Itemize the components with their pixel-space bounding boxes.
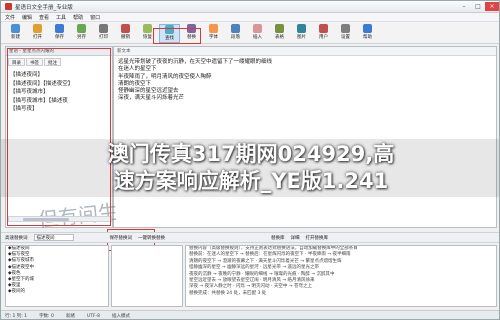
toolbar-label-14: 用户: [319, 35, 328, 40]
replace-word-list: ◆描述夜间 ◆描写夜空 ◆描写夜城市 ◆描述夜空中 ◆夜色 ◆星空下的城 ◆夜里 ◆夜间的: [5, 245, 109, 307]
caption-line-2: 速方案响应解析_YE版1.241: [113, 169, 389, 193]
replace-library-button[interactable]: 替换库: [271, 235, 285, 241]
annotation-box-toolbar: [153, 28, 201, 44]
status-field-2: 就绪: [65, 314, 75, 319]
open-library-button[interactable]: 打开替换库: [306, 235, 329, 241]
toolbar-button-12[interactable]: 表格: [269, 24, 290, 43]
replace-preview[interactable]: [111, 245, 183, 307]
menu-file[interactable]: 文件: [5, 14, 15, 21]
toolbar-label-9: 字体: [209, 35, 218, 40]
toolbar-label-6: 恢复: [143, 35, 152, 40]
toolbar-button-13[interactable]: 图片: [291, 24, 312, 43]
toolbar-button-4[interactable]: 打印: [93, 24, 114, 43]
toolbar-button-0[interactable]: 新建: [5, 24, 26, 43]
editor-content[interactable]: 远星光带划破了夜夜的沉静，在天空中遗留下了一缕耀眼的细线 在迷人的星空下 半夜降雨了…: [114, 56, 496, 135]
detail-button[interactable]: 详细: [291, 235, 300, 241]
replace-label: 高速替换词: [5, 235, 28, 241]
caption-overlay: 澳门传真317期网024929,高 速方案响应解析_YE版1.241: [1, 141, 499, 195]
toolbar-icon-4: [99, 24, 108, 33]
status-bar: 行: 1 列: 1 字数: 0 就绪 UTF-8 插入模式: [1, 310, 499, 319]
app-logo-icon: [5, 3, 12, 10]
caption-line-1: 澳门传真317期网024929,高: [107, 142, 395, 166]
toolbar-label-16: 帮助: [363, 35, 372, 40]
maximize-button[interactable]: □: [471, 2, 485, 11]
menu-tools[interactable]: 工具: [56, 14, 66, 21]
toolbar-label-10: 段落: [231, 35, 240, 40]
toolbar-icon-6: [143, 24, 152, 33]
toolbar-icon-14: [319, 24, 328, 33]
replace-input-value: 描述夜间: [36, 236, 55, 241]
toolbar-icon-13: [297, 24, 306, 33]
toolbar-icon-15: [341, 24, 350, 33]
toolbar-label-1: 打开: [33, 35, 42, 40]
text-editor[interactable]: 新文本 远星光带划破了夜夜的沉静，在天空中遗留下了一缕耀眼的细线 在迷人的星空下半…: [113, 46, 497, 228]
menu-view[interactable]: 查看: [39, 14, 49, 21]
toolbar-button-5[interactable]: 撤销: [115, 24, 136, 43]
title-bar: 星语日文全手册_专业版 – □ ×: [1, 1, 499, 13]
replace-word-item[interactable]: ◆夜间的: [6, 289, 108, 295]
toolbar-icon-10: [231, 24, 240, 33]
annotation-box-outline: [7, 48, 111, 226]
minimize-button[interactable]: –: [457, 2, 471, 11]
toolbar-icon-3: [77, 24, 86, 33]
toolbar-button-11[interactable]: 插入: [247, 24, 268, 43]
toolbar-label-0: 新建: [11, 35, 20, 40]
toolbar-icon-11: [253, 24, 262, 33]
toolbar-icon-2: [55, 24, 64, 33]
toolbar-button-15[interactable]: 设置: [335, 24, 356, 43]
toolbar-icon-16: [363, 24, 372, 33]
editor-header: 新文本: [114, 47, 496, 56]
toolbar-label-3: 另存: [77, 35, 86, 40]
toolbar-button-2[interactable]: 保存: [49, 24, 70, 43]
toolbar-label-4: 打印: [99, 35, 108, 40]
toolbar-label-2: 保存: [55, 35, 64, 40]
menu-help[interactable]: 帮助: [73, 14, 83, 21]
toolbar-icon-1: [33, 24, 42, 33]
toolbar-label-5: 撤销: [121, 35, 130, 40]
toolbar-icon-0: [11, 24, 20, 33]
toolbar-button-1[interactable]: 打开: [27, 24, 48, 43]
editor-line: 远星光带划破了夜夜的沉静，在天空中遗留下了一缕耀眼的细线: [118, 59, 273, 65]
status-field-3: UTF-8: [86, 313, 100, 319]
editor-line: 在迷人的星空下: [118, 66, 157, 73]
toolbar-button-14[interactable]: 用户: [313, 24, 334, 43]
status-field-4: 插入模式: [112, 314, 130, 319]
replace-output-line: 替换完成：共替换 24 处，未匹配 3 处: [189, 290, 267, 296]
toolbar-label-13: 图片: [297, 35, 306, 40]
menu-window[interactable]: 窗口: [90, 14, 100, 21]
editor-line: 深夜，满天星斗闪烁着光芒: [118, 95, 185, 102]
toolbar-button-9[interactable]: 字体: [203, 24, 224, 43]
window-title: 星语日文全手册_专业版: [15, 4, 73, 11]
replace-output: 替换内容（高级替换规则），支持正则表达式替换语法，自动加载替换库中的全部条目 替换…: [185, 245, 497, 307]
convert-replace-button[interactable]: 一键转换替换: [138, 235, 165, 241]
toolbar-label-15: 设置: [341, 35, 350, 40]
toolbar-icon-5: [121, 24, 130, 33]
toolbar-label-11: 插入: [253, 35, 262, 40]
toolbar-button-10[interactable]: 段落: [225, 24, 246, 43]
toolbar-button-16[interactable]: 帮助: [357, 24, 378, 43]
editor-line: 半夜降雨了，明月清风的夜空使人陶醉: [118, 73, 212, 80]
replace-toolbar: 高速替换词 描述夜间 保存替换词 一键转换替换 替换库 详细 打开替换库: [1, 232, 499, 243]
status-field-1: 字数: 0: [39, 314, 54, 319]
close-button[interactable]: ×: [485, 2, 499, 11]
toolbar-label-12: 表格: [275, 35, 284, 40]
toolbar-icon-12: [275, 24, 284, 33]
replace-input[interactable]: 描述夜间: [33, 234, 74, 241]
toolbar-icon-9: [209, 24, 218, 33]
main-toolbar: 新建 打开 保存 另存 打印 撤销 恢复 查找 替换 字体 段落 插入 表格 图片 用户 设置 帮助: [1, 22, 499, 44]
save-replace-button[interactable]: 保存替换词: [110, 235, 133, 241]
app-window: 星语日文全手册_专业版 – □ × 文件 编辑 查看 工具 帮助 窗口 新建 打开…: [0, 0, 500, 320]
toolbar-button-3[interactable]: 另存: [71, 24, 92, 43]
menu-edit[interactable]: 编辑: [22, 14, 32, 21]
status-field-0: 行: 1 列: 1: [5, 314, 28, 319]
window-controls: – □ ×: [457, 2, 499, 11]
menu-bar: 文件 编辑 查看 工具 帮助 窗口: [1, 13, 499, 22]
